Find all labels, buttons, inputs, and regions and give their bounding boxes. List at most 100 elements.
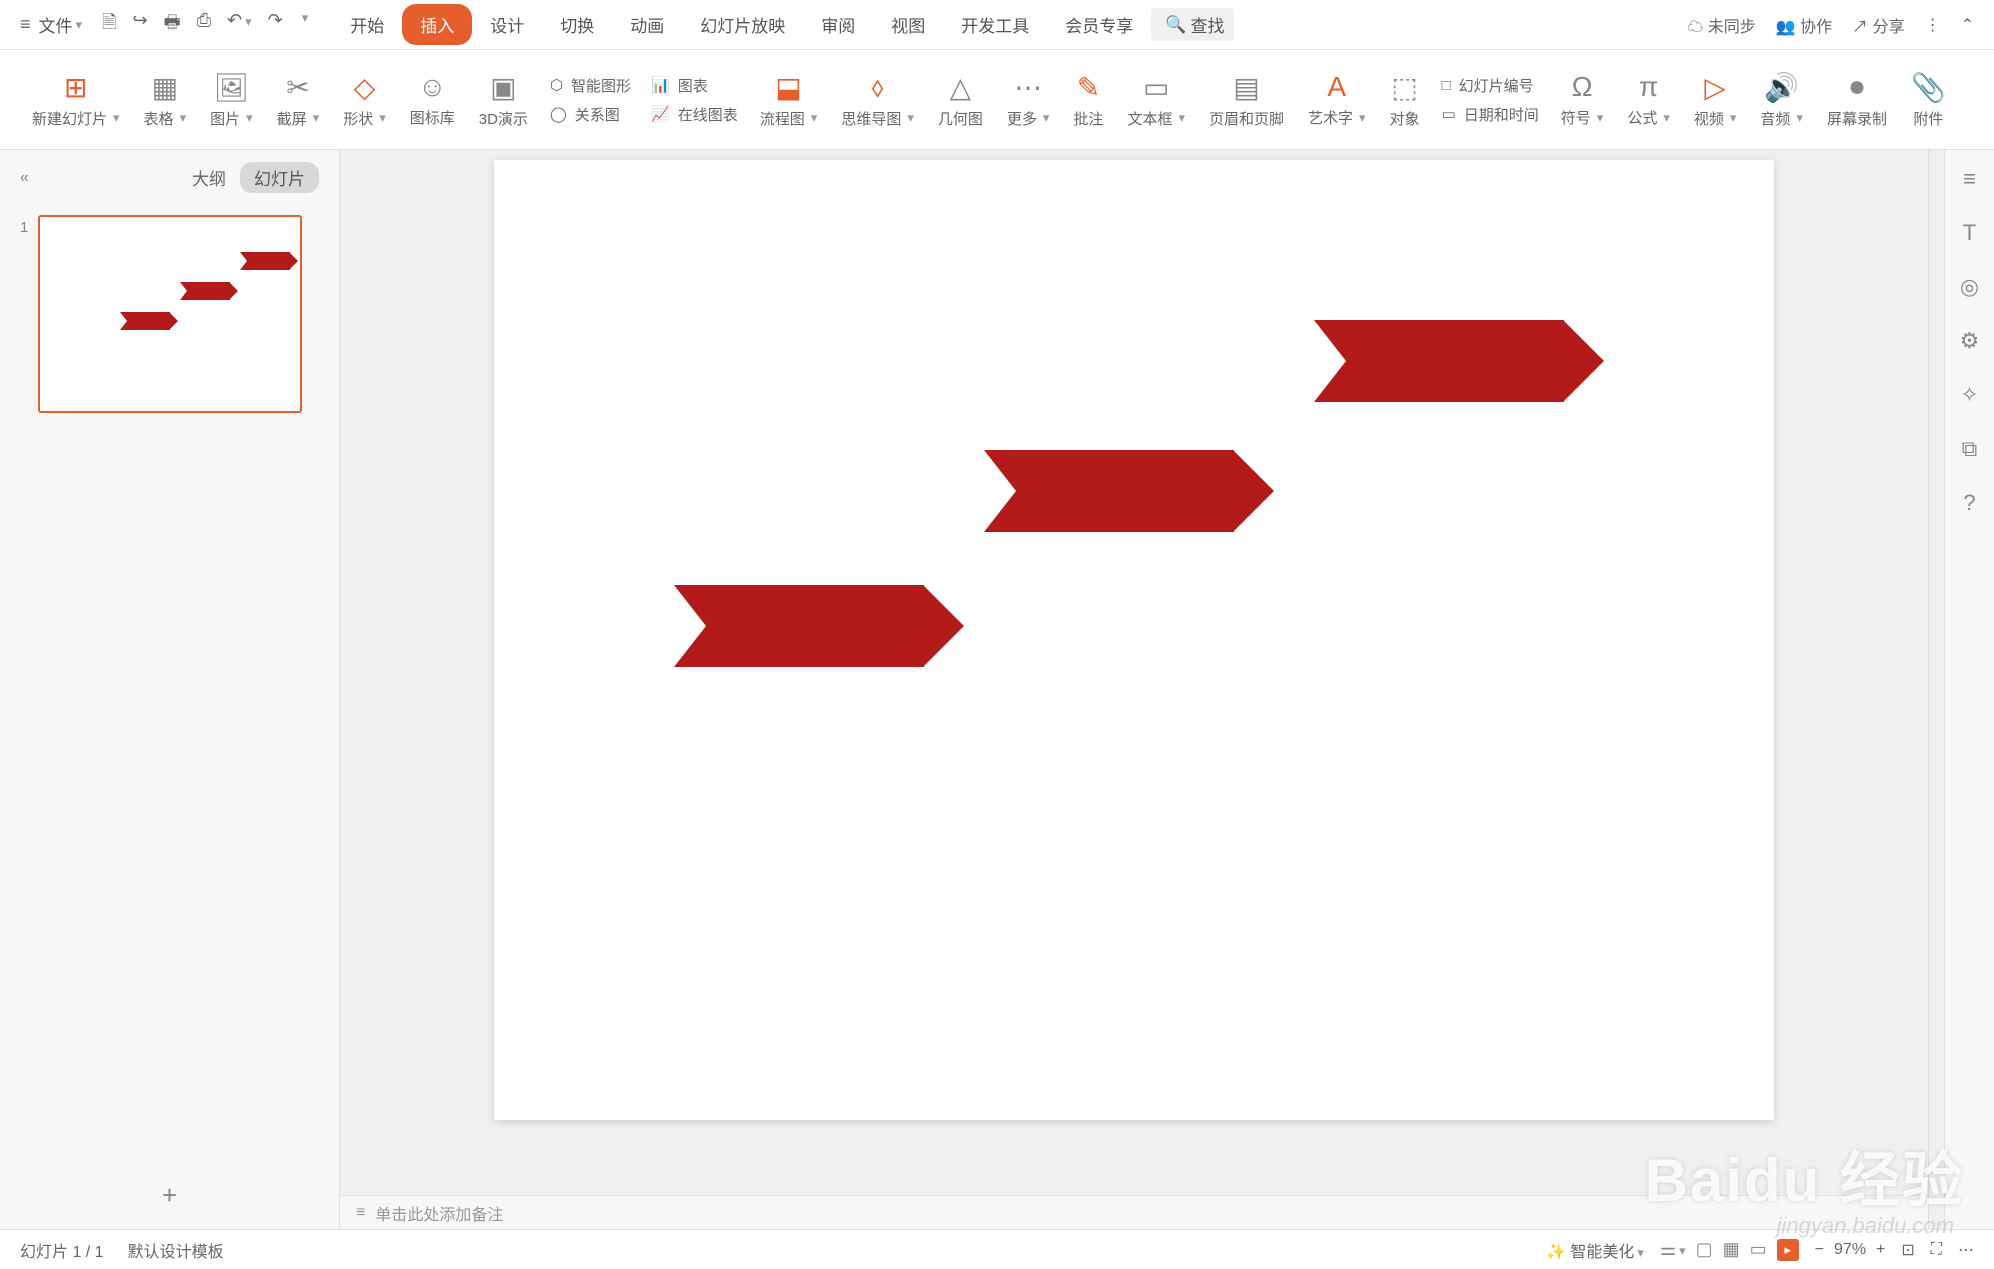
drag-handle-icon[interactable]: ≡ <box>1963 166 1976 192</box>
relation-button[interactable]: ◯ 关系图 <box>550 104 631 125</box>
object-button[interactable]: ⬚对象 <box>1378 60 1432 140</box>
icon-lib-button[interactable]: ☺图标库 <box>398 60 467 140</box>
undo-icon[interactable]: ↶▾ <box>227 10 252 40</box>
screen-record-button[interactable]: ⏺屏幕录制 <box>1815 60 1899 140</box>
more-button[interactable]: ⋯更多▾ <box>995 60 1062 140</box>
text-icon[interactable]: T <box>1963 220 1976 246</box>
settings-view-icon[interactable]: ⚌▾ <box>1660 1239 1686 1261</box>
video-button[interactable]: ▷视频▾ <box>1682 60 1749 140</box>
fit-window-icon[interactable]: ⊡ <box>1901 1240 1914 1260</box>
right-rail: ≡ T ◎ ⚙ ✧ ⧉ ? <box>1944 150 1994 1229</box>
magic-icon[interactable]: ✧ <box>1960 382 1978 408</box>
main-area: « 大纲 幻灯片 1 + ≡ 单击此处添加备注 ≡ <box>0 150 1994 1229</box>
chevron-down-icon: ▾ <box>76 17 83 33</box>
notes-bar[interactable]: ≡ 单击此处添加备注 <box>340 1195 1928 1229</box>
arrow-shape-2[interactable] <box>984 450 1234 532</box>
fullscreen-icon[interactable]: ⛶ <box>1931 1241 1942 1259</box>
search-box[interactable]: 🔍 查找 <box>1151 8 1234 41</box>
preview-icon[interactable]: ⎙ <box>197 10 211 40</box>
tab-view[interactable]: 视图 <box>873 4 943 45</box>
chart-button[interactable]: 📊 图表 <box>651 75 738 96</box>
zoom-value[interactable]: 97% <box>1834 1241 1866 1259</box>
slide-canvas[interactable] <box>494 160 1774 1120</box>
slide-number-button[interactable]: □ 幻灯片编号 <box>1442 75 1539 96</box>
canvas-wrap <box>340 150 1928 1195</box>
sync-status[interactable]: ☁ 未同步 <box>1687 13 1755 37</box>
collapse-panel-icon[interactable]: « <box>20 169 29 187</box>
slideshow-view-icon[interactable]: ▸ <box>1777 1239 1799 1261</box>
wordart-button[interactable]: A艺术字▾ <box>1296 60 1378 140</box>
shapes-button[interactable]: ◇形状▾ <box>331 60 398 140</box>
export-icon[interactable]: ↪ <box>133 10 148 40</box>
tab-insert[interactable]: 插入 <box>402 4 472 45</box>
zoom-in-icon[interactable]: + <box>1876 1241 1885 1259</box>
sorter-view-icon[interactable]: ▦ <box>1723 1239 1740 1261</box>
ribbon-tabs: 开始 插入 设计 切换 动画 幻灯片放映 审阅 视图 开发工具 会员专享 <box>332 4 1151 45</box>
arrow-shape-3[interactable] <box>1314 320 1564 402</box>
tab-start[interactable]: 开始 <box>332 4 402 45</box>
zoom-out-icon[interactable]: − <box>1815 1241 1824 1259</box>
add-slide-button[interactable]: + <box>0 1162 339 1229</box>
beautify-button[interactable]: ✨ 智能美化▾ <box>1546 1238 1644 1262</box>
graphics-group: ⬡ 智能图形 ◯ 关系图 <box>540 60 641 140</box>
outline-tab[interactable]: 大纲 <box>192 165 226 190</box>
flowchart-button[interactable]: ⬓流程图▾ <box>748 60 830 140</box>
mindmap-button[interactable]: ⬨思维导图▾ <box>829 60 926 140</box>
attachment-button[interactable]: 📎附件 <box>1899 60 1958 140</box>
share-button[interactable]: ↗ 分享 <box>1852 13 1904 37</box>
ribbon: ⊞新建幻灯片▾ ▦表格▾ 🖼图片▾ ✂截屏▾ ◇形状▾ ☺图标库 ▣3D演示 ⬡… <box>0 50 1994 150</box>
save-icon[interactable]: 🗎 <box>102 10 116 40</box>
slide-meta-group: □ 幻灯片编号 ▭ 日期和时间 <box>1432 60 1549 140</box>
geometry-button[interactable]: △几何图 <box>926 60 995 140</box>
picture-button[interactable]: 🖼图片▾ <box>198 60 265 140</box>
idea-icon[interactable]: ◎ <box>1960 274 1979 300</box>
vertical-scrollbar[interactable] <box>1928 150 1944 1229</box>
normal-view-icon[interactable]: ▢ <box>1696 1239 1713 1261</box>
screenshot-button[interactable]: ✂截屏▾ <box>265 60 332 140</box>
equation-button[interactable]: π公式▾ <box>1615 60 1682 140</box>
header-footer-button[interactable]: ▤页眉和页脚 <box>1197 60 1296 140</box>
smart-graphic-button[interactable]: ⬡ 智能图形 <box>550 75 631 96</box>
textbox-button[interactable]: ▭文本框▾ <box>1115 60 1197 140</box>
new-slide-button[interactable]: ⊞新建幻灯片▾ <box>20 60 132 140</box>
tab-slideshow[interactable]: 幻灯片放映 <box>682 4 803 45</box>
tab-transition[interactable]: 切换 <box>542 4 612 45</box>
top-bar: ≡ 文件 ▾ 🗎 ↪ 🖶 ⎙ ↶▾ ↷ ▾ 开始 插入 设计 切换 动画 幻灯片… <box>0 0 1994 50</box>
thumb-shape <box>240 252 290 270</box>
print-icon[interactable]: 🖶 <box>164 10 181 40</box>
more-icon[interactable]: ⋮ <box>1925 15 1941 35</box>
3d-demo-button[interactable]: ▣3D演示 <box>467 60 540 140</box>
reading-view-icon[interactable]: ▭ <box>1750 1239 1767 1261</box>
qat-more-icon[interactable]: ▾ <box>302 10 309 40</box>
redo-icon[interactable]: ↷ <box>268 10 283 40</box>
table-button[interactable]: ▦表格▾ <box>132 60 199 140</box>
tab-devtools[interactable]: 开发工具 <box>943 4 1047 45</box>
zoom-controls: − 97% + <box>1815 1241 1886 1259</box>
more-status-icon[interactable]: ⋯ <box>1958 1240 1974 1260</box>
slides-tab[interactable]: 幻灯片 <box>240 162 319 193</box>
collab-button[interactable]: 👥 协作 <box>1776 13 1832 37</box>
file-menu[interactable]: 文件 ▾ <box>39 12 83 37</box>
date-time-button[interactable]: ▭ 日期和时间 <box>1442 104 1539 125</box>
online-chart-button[interactable]: 📈 在线图表 <box>651 104 738 125</box>
arrow-shape-1[interactable] <box>674 585 924 667</box>
search-label: 查找 <box>1190 12 1224 37</box>
notes-icon: ≡ <box>356 1204 365 1222</box>
search-icon: 🔍 <box>1165 15 1186 35</box>
collapse-ribbon-icon[interactable]: ⌃ <box>1961 15 1974 35</box>
duplicate-icon[interactable]: ⧉ <box>1962 436 1978 462</box>
tab-review[interactable]: 审阅 <box>803 4 873 45</box>
comment-button[interactable]: ✎批注 <box>1061 60 1115 140</box>
slide-panel: « 大纲 幻灯片 1 + <box>0 150 340 1229</box>
audio-button[interactable]: 🔊音频▾ <box>1748 60 1815 140</box>
thumb-shape <box>120 312 170 330</box>
tab-member[interactable]: 会员专享 <box>1047 4 1151 45</box>
tab-design[interactable]: 设计 <box>472 4 542 45</box>
help-icon[interactable]: ? <box>1963 490 1975 516</box>
hamburger-icon[interactable]: ≡ <box>20 14 31 35</box>
slide-thumbnail-1[interactable] <box>38 215 302 413</box>
notes-placeholder: 单击此处添加备注 <box>375 1201 503 1225</box>
symbol-button[interactable]: Ω符号▾ <box>1549 60 1616 140</box>
settings-icon[interactable]: ⚙ <box>1960 328 1980 354</box>
tab-animation[interactable]: 动画 <box>612 4 682 45</box>
